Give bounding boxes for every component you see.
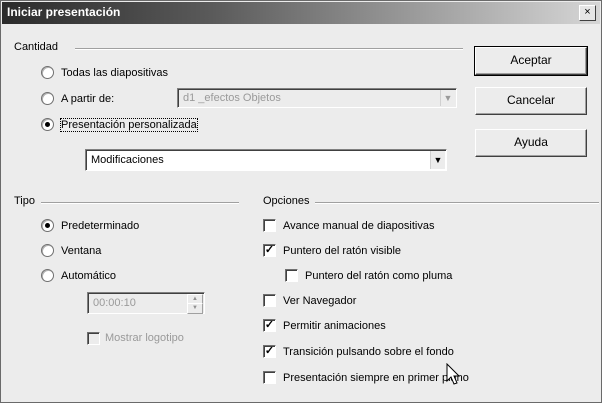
chevron-down-icon[interactable]: ▼ (440, 90, 455, 106)
radio-all-slides-label[interactable]: Todas las diapositivas (61, 67, 168, 79)
radio-all-slides[interactable] (41, 66, 54, 79)
title-bar[interactable]: Iniciar presentación × (2, 2, 600, 24)
cantidad-group-line (75, 48, 463, 50)
pointer-as-pen-checkbox[interactable] (285, 269, 298, 282)
allow-animations-label[interactable]: Permitir animaciones (283, 320, 386, 332)
radio-auto-label[interactable]: Automático (61, 270, 116, 282)
radio-window-label[interactable]: Ventana (61, 245, 101, 257)
tipo-group-label: Tipo (14, 195, 35, 207)
show-navigator-label[interactable]: Ver Navegador (283, 295, 356, 307)
show-logo-checkbox[interactable] (87, 332, 100, 345)
radio-custom-show-label[interactable]: Presentación personalizada (60, 118, 198, 132)
always-on-top-label[interactable]: Presentación siempre en primer plano (283, 372, 469, 384)
click-background-transition-checkbox[interactable]: ✓ (263, 345, 276, 358)
start-presentation-dialog: Iniciar presentación × Cantidad Todas la… (0, 0, 602, 403)
radio-auto[interactable] (41, 269, 54, 282)
show-logo-label[interactable]: Mostrar logotipo (105, 332, 184, 344)
ok-button[interactable]: Aceptar (474, 46, 588, 76)
pause-time-value: 00:00:10 (93, 297, 136, 309)
cancel-button[interactable]: Cancelar (475, 87, 587, 115)
opciones-group-label: Opciones (263, 195, 310, 207)
tipo-group-line (41, 202, 239, 204)
close-button[interactable]: × (579, 5, 596, 21)
help-button[interactable]: Ayuda (475, 129, 587, 157)
radio-from-slide[interactable] (41, 92, 54, 105)
show-navigator-checkbox[interactable] (263, 294, 276, 307)
custom-show-select[interactable]: Modificaciones ▼ (85, 149, 447, 171)
manual-advance-label[interactable]: Avance manual de diapositivas (283, 220, 434, 232)
radio-window[interactable] (41, 244, 54, 257)
click-background-transition-label[interactable]: Transición pulsando sobre el fondo (283, 346, 454, 358)
pointer-visible-label[interactable]: Puntero del ratón visible (283, 245, 401, 257)
pointer-visible-checkbox[interactable]: ✓ (263, 244, 276, 257)
custom-show-value: Modificaciones (91, 154, 164, 166)
radio-default-label[interactable]: Predeterminado (61, 220, 139, 232)
close-icon: × (584, 6, 591, 18)
chevron-down-icon[interactable]: ▼ (430, 151, 445, 169)
radio-custom-show[interactable] (41, 118, 54, 131)
mouse-pointer-icon (446, 363, 461, 385)
from-slide-value: d1 _efectos Objetos (183, 92, 281, 104)
cantidad-group-label: Cantidad (14, 41, 59, 53)
from-slide-select[interactable]: d1 _efectos Objetos ▼ (177, 88, 457, 108)
radio-from-slide-label[interactable]: A partir de: (61, 93, 114, 105)
opciones-group-line (315, 202, 599, 204)
allow-animations-checkbox[interactable]: ✓ (263, 319, 276, 332)
dialog-title: Iniciar presentación (7, 5, 121, 19)
pause-time-spinner[interactable]: 00:00:10 ▲ ▼ (87, 292, 205, 314)
spin-down-icon[interactable]: ▼ (187, 303, 203, 314)
always-on-top-checkbox[interactable] (263, 371, 276, 384)
pointer-as-pen-label[interactable]: Puntero del ratón como pluma (305, 270, 452, 282)
manual-advance-checkbox[interactable] (263, 219, 276, 232)
radio-default[interactable] (41, 219, 54, 232)
